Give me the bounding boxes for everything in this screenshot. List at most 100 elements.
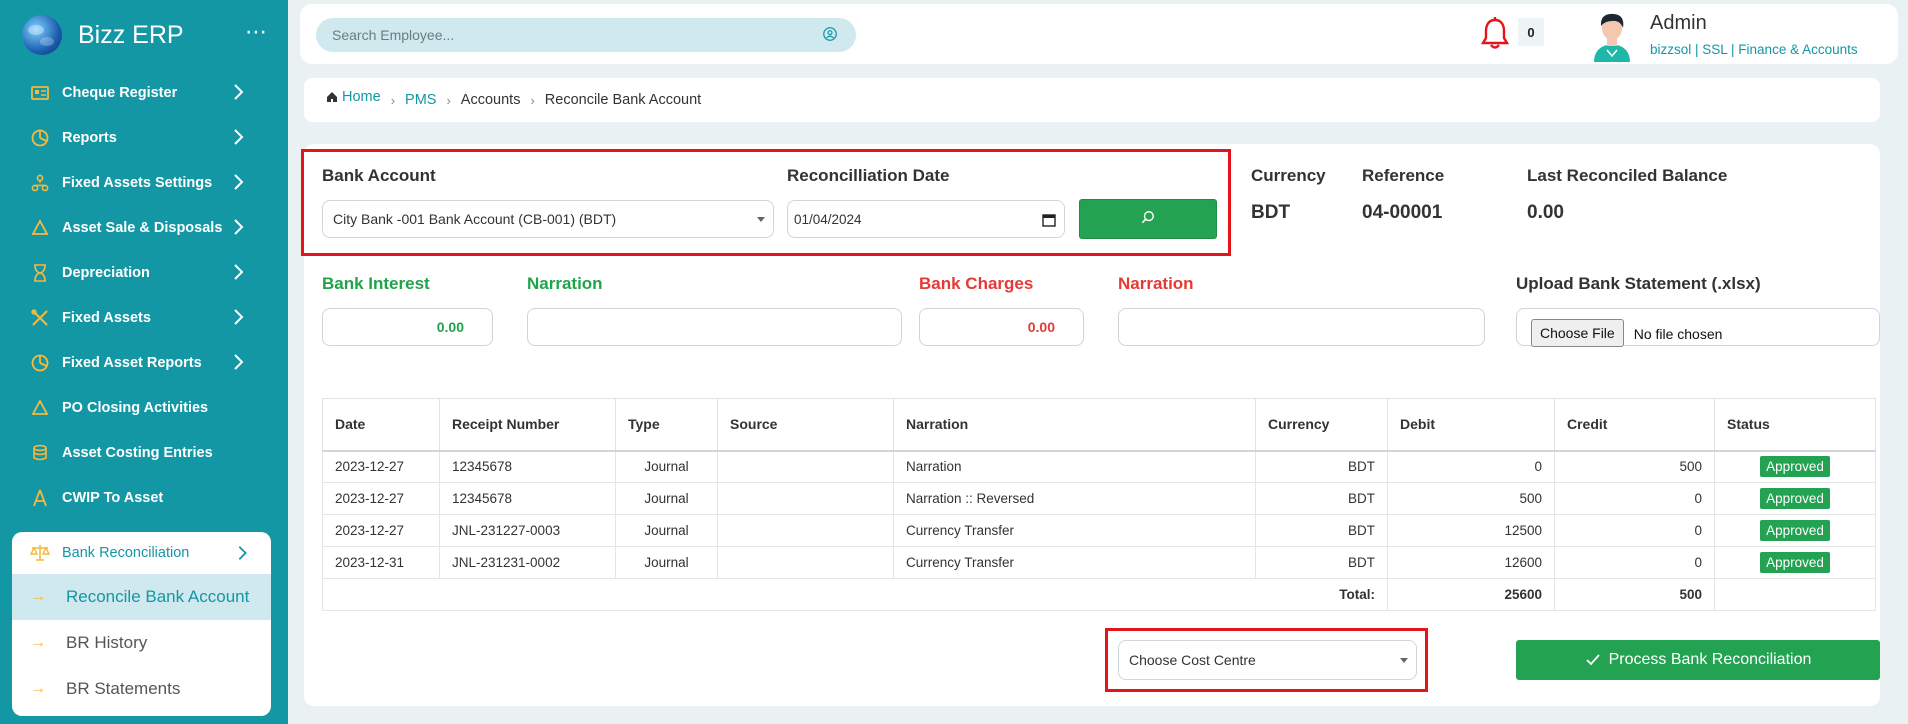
bank-interest-input[interactable]: 0.00 xyxy=(322,308,493,346)
tools-icon xyxy=(30,308,50,328)
sidebar-item-cheque-register[interactable]: Cheque Register xyxy=(0,70,288,115)
bank-reconciliation-submenu: Bank Reconciliation → Reconcile Bank Acc… xyxy=(12,532,271,716)
sidebar-item-label: CWIP To Asset xyxy=(62,489,164,506)
search-input[interactable] xyxy=(332,27,822,43)
col-type[interactable]: Type xyxy=(615,398,718,452)
breadcrumb-pms[interactable]: PMS xyxy=(405,92,436,108)
col-source[interactable]: Source xyxy=(717,398,894,452)
table-row[interactable]: 2023-12-27 JNL-231227-0003 Journal Curre… xyxy=(322,514,1876,547)
upload-statement-input[interactable]: Choose File No file chosen xyxy=(1516,308,1880,347)
breadcrumb-accounts[interactable]: Accounts xyxy=(461,92,521,108)
brand-name: Bizz ERP xyxy=(78,20,184,49)
reconciliation-date-input[interactable]: 01/04/2024 xyxy=(787,200,1065,238)
process-button-label: Process Bank Reconciliation xyxy=(1608,651,1812,668)
total-status-empty xyxy=(1714,578,1876,611)
bank-interest-label: Bank Interest xyxy=(322,274,430,293)
sidebar-item-fixed-assets-settings[interactable]: Fixed Assets Settings xyxy=(0,160,288,205)
sidebar-subitem-br-statements[interactable]: → BR Statements xyxy=(12,666,271,712)
cell-credit: 0 xyxy=(1554,482,1715,515)
coins-icon xyxy=(30,443,50,463)
interest-narration-label: Narration xyxy=(527,274,603,293)
cell-debit: 0 xyxy=(1387,450,1555,483)
col-receipt-number[interactable]: Receipt Number xyxy=(439,398,616,452)
user-org-info: bizzsol | SSL | Finance & Accounts xyxy=(1650,42,1858,57)
brand[interactable]: Bizz ERP ⋯ xyxy=(22,12,272,58)
bank-interest-value: 0.00 xyxy=(436,319,464,335)
status-badge: Approved xyxy=(1760,488,1830,509)
user-name[interactable]: Admin xyxy=(1650,12,1707,35)
dropdown-caret-icon xyxy=(1400,658,1408,663)
cell-narration: Currency Transfer xyxy=(893,514,1256,547)
arrow-right-icon: → xyxy=(30,588,46,605)
bank-charges-input[interactable]: 0.00 xyxy=(919,308,1084,346)
table-header-row: Date Receipt Number Type Source Narratio… xyxy=(322,398,1876,452)
recycle-icon xyxy=(30,398,50,418)
bell-icon[interactable] xyxy=(1478,16,1512,52)
col-narration[interactable]: Narration xyxy=(893,398,1256,452)
table-row[interactable]: 2023-12-27 12345678 Journal Narration BD… xyxy=(322,450,1876,483)
sidebar-item-bank-reconciliation[interactable]: Bank Reconciliation xyxy=(12,532,271,574)
more-dots-icon[interactable]: ⋯ xyxy=(245,20,268,45)
sidebar-item-po-closing-activities[interactable]: PO Closing Activities xyxy=(0,385,288,430)
sidebar-subitem-label: BR Statements xyxy=(66,679,181,698)
interest-narration-input[interactable] xyxy=(527,308,902,346)
search-button[interactable] xyxy=(1079,199,1217,239)
sidebar-item-label: PO Closing Activities xyxy=(62,399,209,416)
cell-date: 2023-12-27 xyxy=(322,514,440,547)
user-search-icon[interactable] xyxy=(822,26,840,44)
avatar[interactable] xyxy=(1588,10,1636,62)
hourglass-icon xyxy=(30,263,50,283)
bank-account-select[interactable]: City Bank -001 Bank Account (CB-001) (BD… xyxy=(322,200,774,238)
home-icon[interactable] xyxy=(326,91,338,103)
cell-status: Approved xyxy=(1714,450,1876,483)
sidebar-item-cwip-to-asset[interactable]: CWIP To Asset xyxy=(0,475,288,520)
cell-source xyxy=(717,450,894,483)
bank-account-label: Bank Account xyxy=(322,166,436,185)
total-label: Total: xyxy=(322,578,1388,611)
cell-receipt: JNL-231227-0003 xyxy=(439,514,616,547)
sidebar-subitem-label: BR History xyxy=(66,633,148,652)
sidebar-item-fixed-asset-reports[interactable]: Fixed Asset Reports xyxy=(0,340,288,385)
cost-centre-select[interactable]: Choose Cost Centre xyxy=(1118,640,1417,680)
chevron-right-icon xyxy=(228,172,248,192)
sidebar-item-reports[interactable]: Reports xyxy=(0,115,288,160)
table-row[interactable]: 2023-12-27 12345678 Journal Narration ::… xyxy=(322,482,1876,515)
sidebar-item-label: Fixed Assets Settings xyxy=(62,174,213,191)
charges-narration-input[interactable] xyxy=(1118,308,1485,346)
table-row[interactable]: 2023-12-31 JNL-231231-0002 Journal Curre… xyxy=(322,546,1876,579)
cell-date: 2023-12-27 xyxy=(322,482,440,515)
scale-icon xyxy=(30,543,50,563)
col-currency[interactable]: Currency xyxy=(1255,398,1388,452)
sidebar-item-asset-costing-entries[interactable]: Asset Costing Entries xyxy=(0,430,288,475)
reconciliation-date-value: 01/04/2024 xyxy=(794,211,862,227)
sidebar-item-label: Depreciation xyxy=(62,264,150,281)
sidebar-item-fixed-assets[interactable]: Fixed Assets xyxy=(0,295,288,340)
col-credit[interactable]: Credit xyxy=(1554,398,1715,452)
col-date[interactable]: Date xyxy=(322,398,440,452)
sidebar-subitem-br-history[interactable]: → BR History xyxy=(12,620,271,666)
breadcrumb-home[interactable]: Home xyxy=(342,89,381,105)
choose-file-button[interactable]: Choose File xyxy=(1531,319,1624,347)
status-badge: Approved xyxy=(1760,520,1830,541)
sidebar-item-depreciation[interactable]: Depreciation xyxy=(0,250,288,295)
process-bank-reconciliation-button[interactable]: Process Bank Reconciliation xyxy=(1516,640,1880,680)
cheque-icon xyxy=(30,83,50,103)
sidebar-item-label: Reports xyxy=(62,129,117,146)
cell-narration: Narration :: Reversed xyxy=(893,482,1256,515)
calendar-icon[interactable] xyxy=(1042,213,1056,227)
sidebar-subitem-reconcile-bank-account[interactable]: → Reconcile Bank Account xyxy=(12,574,271,620)
col-status[interactable]: Status xyxy=(1714,398,1876,452)
last-reconciled-balance-label: Last Reconciled Balance xyxy=(1527,166,1728,185)
sidebar: Bizz ERP ⋯ Cheque Register Reports Fixed… xyxy=(0,0,288,724)
globe-logo-icon xyxy=(22,15,62,55)
status-badge: Approved xyxy=(1760,552,1830,573)
sidebar-item-label: Fixed Assets xyxy=(62,309,151,326)
sidebar-item-asset-sale-disposals[interactable]: Asset Sale & Disposals xyxy=(0,205,288,250)
currency-label: Currency xyxy=(1251,166,1326,185)
cell-type: Journal xyxy=(615,482,718,515)
chevron-right-icon xyxy=(228,127,248,147)
cell-currency: BDT xyxy=(1255,482,1388,515)
sidebar-subitem-label: Reconcile Bank Account xyxy=(66,587,250,606)
sidebar-item-label: Bank Reconciliation xyxy=(62,545,190,561)
col-debit[interactable]: Debit xyxy=(1387,398,1555,452)
